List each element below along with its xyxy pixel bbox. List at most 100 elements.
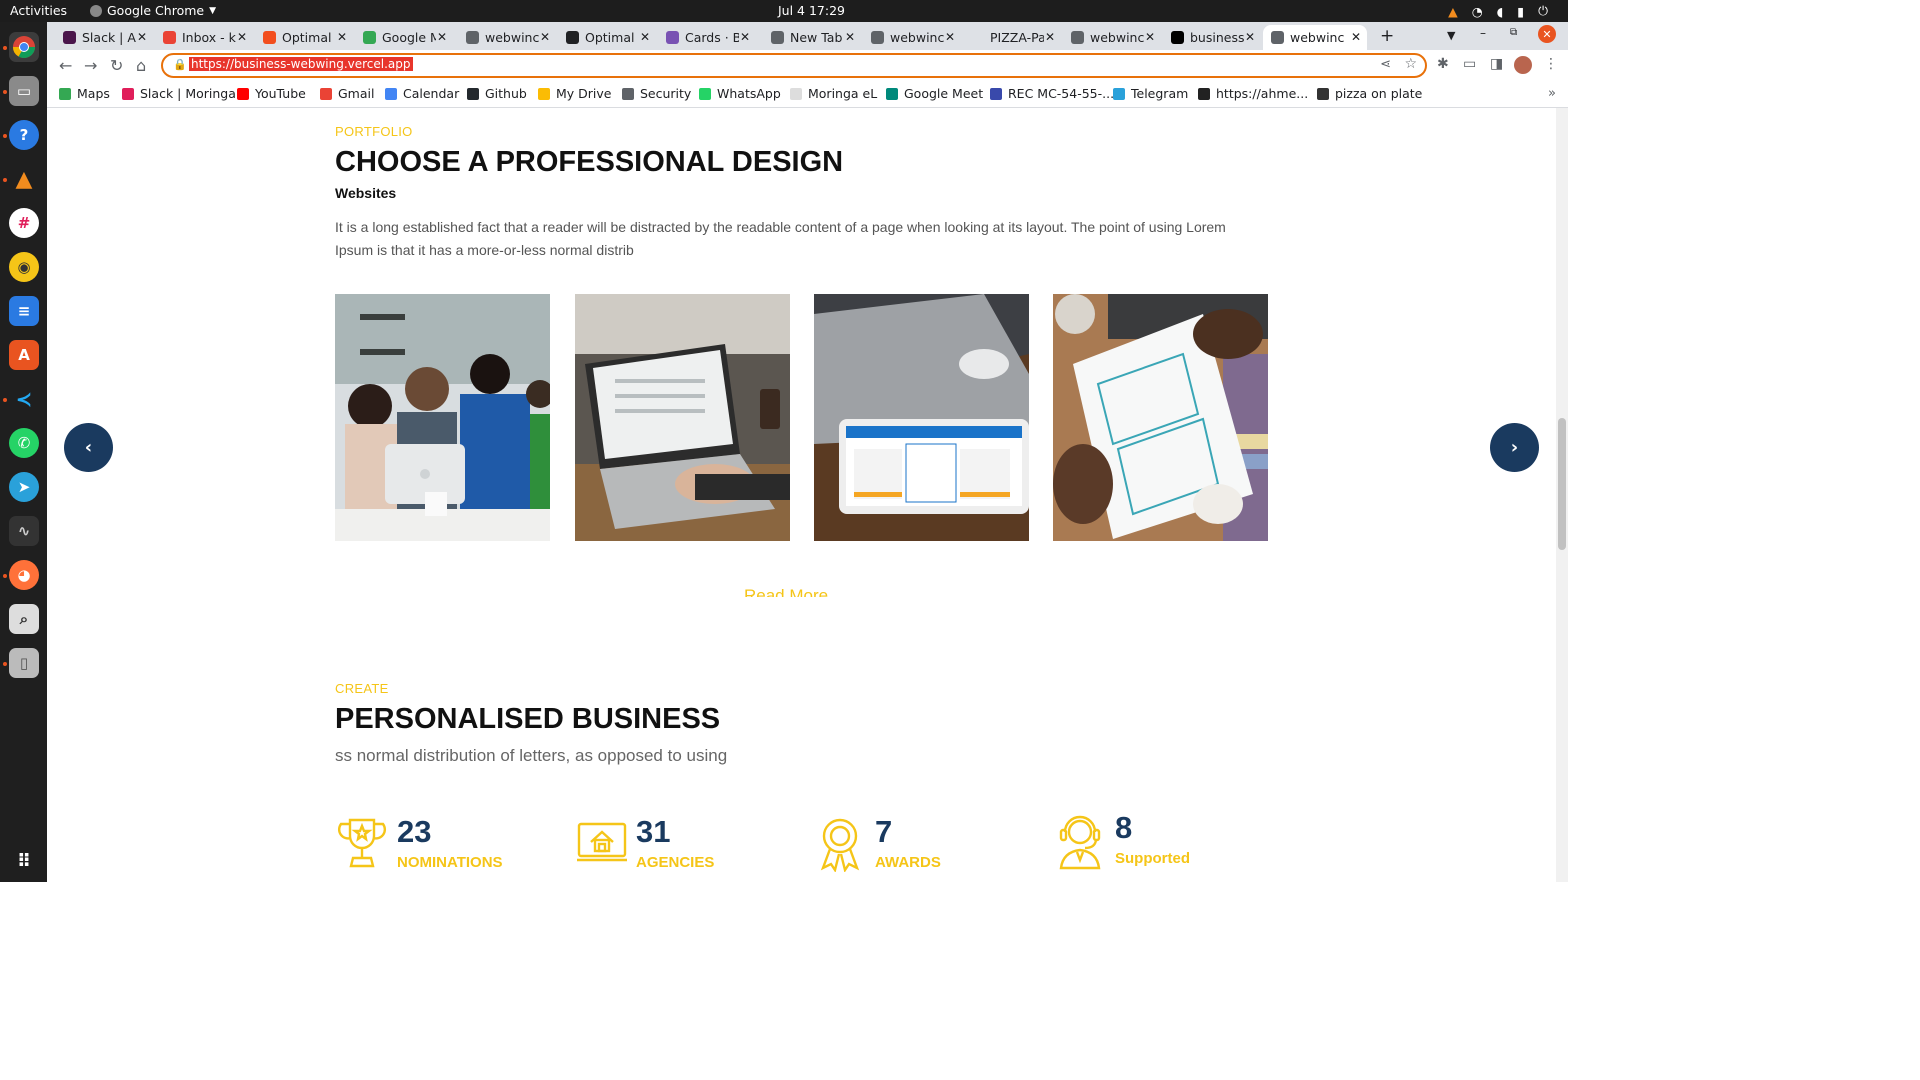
read-more-link[interactable]: Read More — [744, 586, 828, 597]
bookmark-item[interactable]: Github — [467, 86, 527, 101]
browser-tab[interactable]: Optimal ✕ — [558, 25, 656, 50]
vlc-dock-icon[interactable]: ▲ — [9, 164, 39, 194]
bookmark-label: WhatsApp — [717, 86, 781, 101]
forward-icon[interactable]: → — [84, 56, 97, 75]
vscode-dock-icon[interactable]: ≺ — [9, 384, 39, 414]
share-icon[interactable]: ⋖ — [1380, 57, 1391, 72]
bookmark-item[interactable]: Maps — [59, 86, 110, 101]
carousel-prev-button[interactable]: ‹ — [64, 423, 113, 472]
telegram-dock-icon[interactable]: ➤ — [9, 472, 39, 502]
tab-close-icon[interactable]: ✕ — [1045, 30, 1055, 44]
bookmark-item[interactable]: WhatsApp — [699, 86, 781, 101]
profile-avatar[interactable] — [1514, 56, 1532, 74]
browser-tab[interactable]: Optimal ✕ — [255, 25, 353, 50]
clock[interactable]: Jul 4 17:29 — [778, 3, 845, 18]
bookmark-item[interactable]: https://ahme... — [1198, 86, 1308, 101]
bookmark-item[interactable]: Gmail — [320, 86, 374, 101]
tab-close-icon[interactable]: ✕ — [640, 30, 650, 44]
bookmark-item[interactable]: Slack | Moringa — [122, 86, 236, 101]
app-menu[interactable]: Google Chrome ▼ — [90, 3, 216, 18]
portfolio-card-laptop[interactable] — [575, 294, 790, 541]
bookmark-star-icon[interactable]: ☆ — [1404, 56, 1417, 72]
page-scrollbar[interactable] — [1556, 108, 1568, 882]
bookmark-item[interactable]: pizza on plate — [1317, 86, 1422, 101]
browser-tab[interactable]: New Tab ✕ — [763, 25, 861, 50]
menu-kebab-icon[interactable]: ⋮ — [1544, 56, 1558, 72]
tab-close-icon[interactable]: ✕ — [1245, 30, 1255, 44]
lock-icon[interactable]: 🔒 — [173, 58, 187, 71]
close-window-icon[interactable]: ✕ — [1538, 25, 1556, 43]
new-tab-icon[interactable]: + — [1380, 26, 1394, 46]
search-dock-icon[interactable]: ⌕ — [9, 604, 39, 634]
bookmark-item[interactable]: YouTube — [237, 86, 306, 101]
portfolio-eyebrow: PORTFOLIO — [335, 124, 413, 139]
system-monitor-dock-icon[interactable]: ∿ — [9, 516, 39, 546]
tab-close-icon[interactable]: ✕ — [945, 30, 955, 44]
tab-close-icon[interactable]: ✕ — [845, 30, 855, 44]
firefox-dock-icon[interactable]: ◕ — [9, 560, 39, 590]
browser-tab[interactable]: Inbox - k ✕ — [155, 25, 253, 50]
back-icon[interactable]: ← — [59, 56, 72, 75]
scrollbar-thumb[interactable] — [1558, 418, 1566, 550]
home-icon[interactable]: ⌂ — [136, 56, 146, 75]
usb-drive-dock-icon[interactable]: ▯ — [9, 648, 39, 678]
browser-tab[interactable]: webwinc ✕ — [458, 25, 556, 50]
browser-tab[interactable]: Cards · B ✕ — [658, 25, 756, 50]
browser-tab[interactable]: business ✕ — [1163, 25, 1261, 50]
bookmark-item[interactable]: Telegram — [1113, 86, 1188, 101]
browser-tab[interactable]: Google M ✕ — [355, 25, 453, 50]
tab-favicon-icon — [466, 31, 479, 44]
tab-close-icon[interactable]: ✕ — [237, 30, 247, 44]
browser-tab[interactable]: webwinc ✕ — [863, 25, 961, 50]
extensions-icon[interactable]: ✱ — [1437, 56, 1449, 72]
minimize-icon[interactable]: – — [1480, 26, 1486, 40]
more-bookmarks-icon[interactable]: » — [1548, 86, 1556, 101]
tab-search-icon[interactable]: ▼ — [1447, 29, 1455, 42]
tab-close-icon[interactable]: ✕ — [740, 30, 750, 44]
chrome-dock-icon[interactable] — [9, 32, 39, 62]
rhythmbox-dock-icon[interactable]: ◉ — [9, 252, 39, 282]
slack-dock-icon[interactable]: # — [9, 208, 39, 238]
bookmark-item[interactable]: REC MC-54-55-... — [990, 86, 1114, 101]
system-tray[interactable]: ▲ ◔ ◖ ▮ ⏻ — [1448, 3, 1548, 19]
tab-close-icon[interactable]: ✕ — [1145, 30, 1155, 44]
address-bar[interactable]: 🔒 https://business-webwing.vercel.app ⋖ … — [161, 53, 1427, 78]
tab-close-icon[interactable]: ✕ — [437, 30, 447, 44]
help-dock-icon[interactable]: ? — [9, 120, 39, 150]
restore-icon[interactable]: ⧉ — [1510, 27, 1517, 38]
tab-close-icon[interactable]: ✕ — [137, 30, 147, 44]
browser-tab[interactable]: webwinc ✕ — [1263, 25, 1367, 50]
bookmark-item[interactable]: Calendar — [385, 86, 459, 101]
tab-title: New Tab — [790, 30, 843, 45]
portfolio-card-tablet[interactable] — [814, 294, 1029, 541]
portfolio-card-team[interactable] — [335, 294, 550, 541]
browser-tab[interactable]: webwinc ✕ — [1063, 25, 1161, 50]
bookmark-label: Moringa eL — [808, 86, 878, 101]
bookmark-item[interactable]: Security — [622, 86, 691, 101]
tab-close-icon[interactable]: ✕ — [540, 30, 550, 44]
carousel-next-button[interactable]: › — [1490, 423, 1539, 472]
show-apps-icon[interactable]: ⠿ — [9, 846, 39, 876]
tab-close-icon[interactable]: ✕ — [337, 30, 347, 44]
software-dock-icon[interactable]: A — [9, 340, 39, 370]
reload-icon[interactable]: ↻ — [110, 56, 123, 75]
writer-dock-icon[interactable]: ≡ — [9, 296, 39, 326]
files-dock-icon[interactable]: ▭ — [9, 76, 39, 106]
url-text[interactable]: https://business-webwing.vercel.app — [189, 57, 413, 71]
activities-button[interactable]: Activities — [10, 3, 67, 18]
chevron-left-icon: ‹ — [84, 437, 93, 458]
side-panel-icon[interactable]: ◨ — [1490, 56, 1503, 72]
bookmark-favicon-icon — [990, 87, 1002, 100]
portfolio-card-wireframe[interactable] — [1053, 294, 1268, 541]
tab-close-icon[interactable]: ✕ — [1351, 30, 1361, 44]
bookmark-label: https://ahme... — [1216, 86, 1309, 101]
cast-icon[interactable]: ▭ — [1463, 56, 1476, 72]
stat-label: AGENCIES — [636, 854, 715, 871]
bookmark-favicon-icon — [122, 87, 134, 100]
whatsapp-dock-icon[interactable]: ✆ — [9, 428, 39, 458]
browser-tab[interactable]: PIZZA-Pa ✕ — [963, 25, 1061, 50]
bookmark-item[interactable]: My Drive — [538, 86, 611, 101]
bookmark-item[interactable]: Moringa eL — [790, 86, 877, 101]
browser-tab[interactable]: Slack | Al ✕ — [55, 25, 153, 50]
bookmark-item[interactable]: Google Meet — [886, 86, 983, 101]
